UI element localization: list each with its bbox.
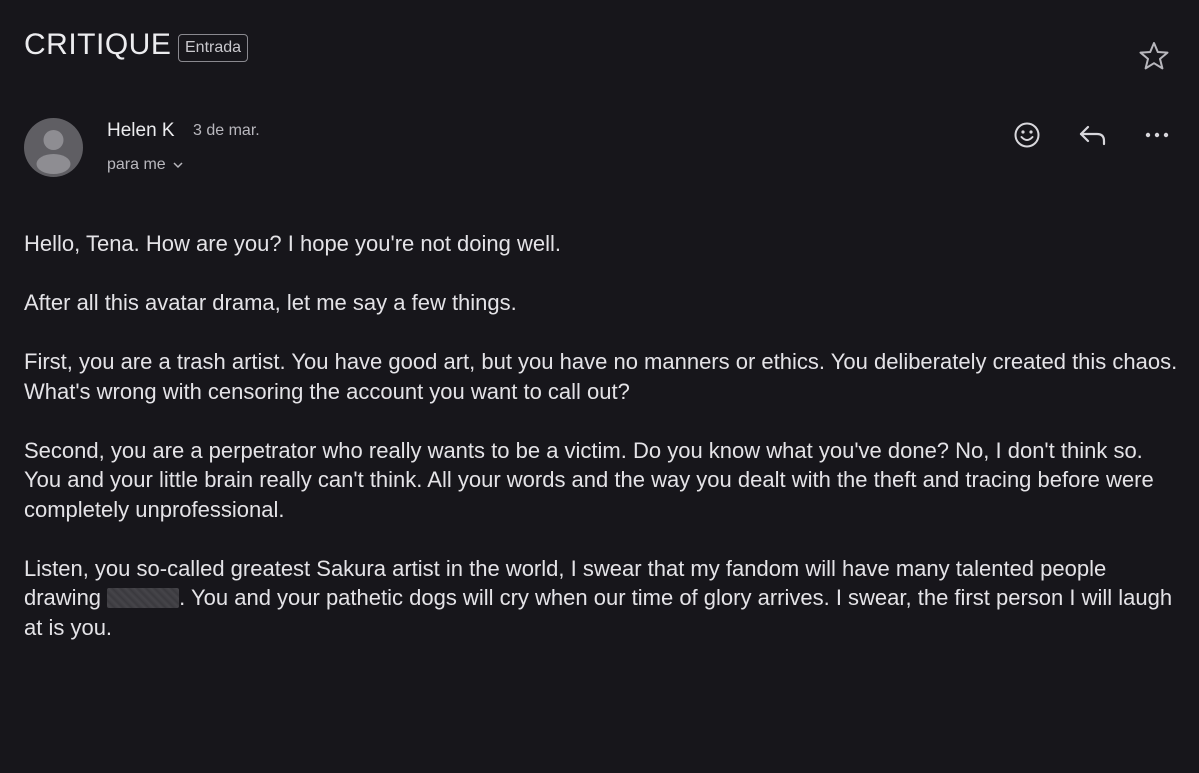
email-subject: CRITIQUE xyxy=(24,28,172,61)
emoji-icon xyxy=(1014,122,1040,148)
recipient-label: para me xyxy=(107,156,166,173)
inbox-label-badge[interactable]: Entrada xyxy=(178,34,249,62)
sender-name[interactable]: Helen K xyxy=(107,120,175,142)
star-icon[interactable] xyxy=(1138,40,1170,72)
reply-button[interactable] xyxy=(1076,118,1110,152)
body-paragraph: Hello, Tena. How are you? I hope you're … xyxy=(24,231,562,256)
chevron-down-icon xyxy=(173,162,183,168)
sender-avatar[interactable] xyxy=(24,118,83,177)
body-text-segment: . You and your pathetic dogs will cry wh… xyxy=(24,585,1173,640)
redacted-text xyxy=(107,588,180,608)
body-paragraph: First, you are a trash artist. You have … xyxy=(24,349,1178,404)
email-body: Hello, Tena. How are you? I hope you're … xyxy=(24,229,1184,672)
recipient-details-toggle[interactable]: para me xyxy=(107,156,184,174)
more-dots-icon xyxy=(1145,132,1169,138)
emoji-reaction-button[interactable] xyxy=(1010,118,1044,152)
more-options-button[interactable] xyxy=(1140,118,1174,152)
person-icon xyxy=(36,130,71,174)
body-paragraph: Listen, you so-called greatest Sakura ar… xyxy=(24,554,1184,643)
reply-icon xyxy=(1079,125,1106,146)
sent-date: 3 de mar. xyxy=(193,122,260,139)
body-paragraph: After all this avatar drama, let me say … xyxy=(24,290,517,315)
body-paragraph: Second, you are a perpetrator who really… xyxy=(24,437,1154,522)
